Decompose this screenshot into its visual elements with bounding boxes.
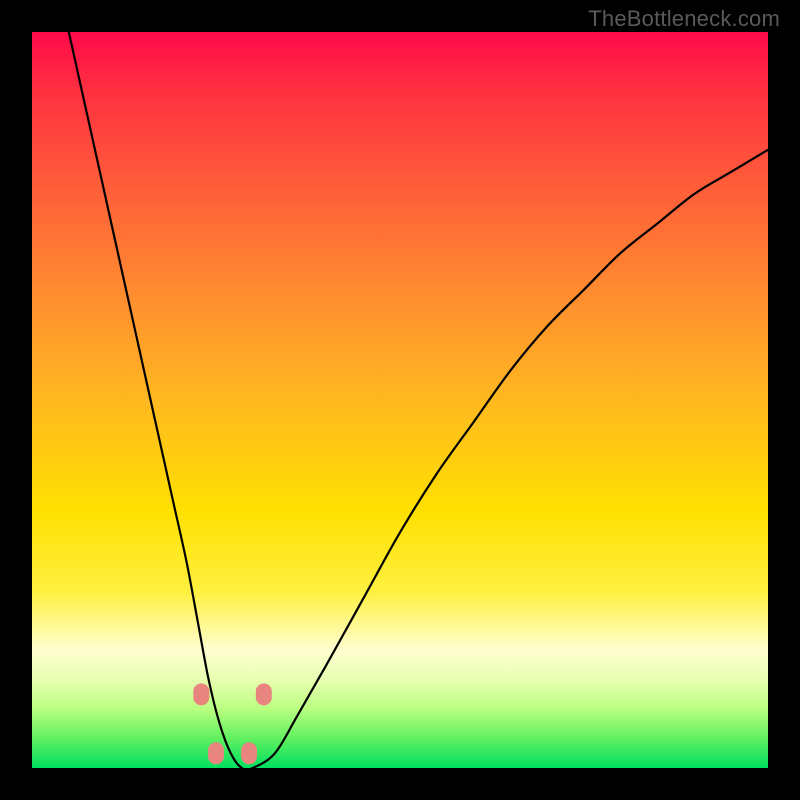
watermark-text: TheBottleneck.com [588,6,780,32]
curve-marker [241,742,257,764]
curve-markers [193,683,271,764]
curve-marker [193,683,209,705]
curve-marker [256,683,272,705]
curve-marker [208,742,224,764]
chart-frame: TheBottleneck.com [0,0,800,800]
curve-svg [32,32,768,768]
plot-area [32,32,768,768]
bottleneck-curve [69,32,768,770]
